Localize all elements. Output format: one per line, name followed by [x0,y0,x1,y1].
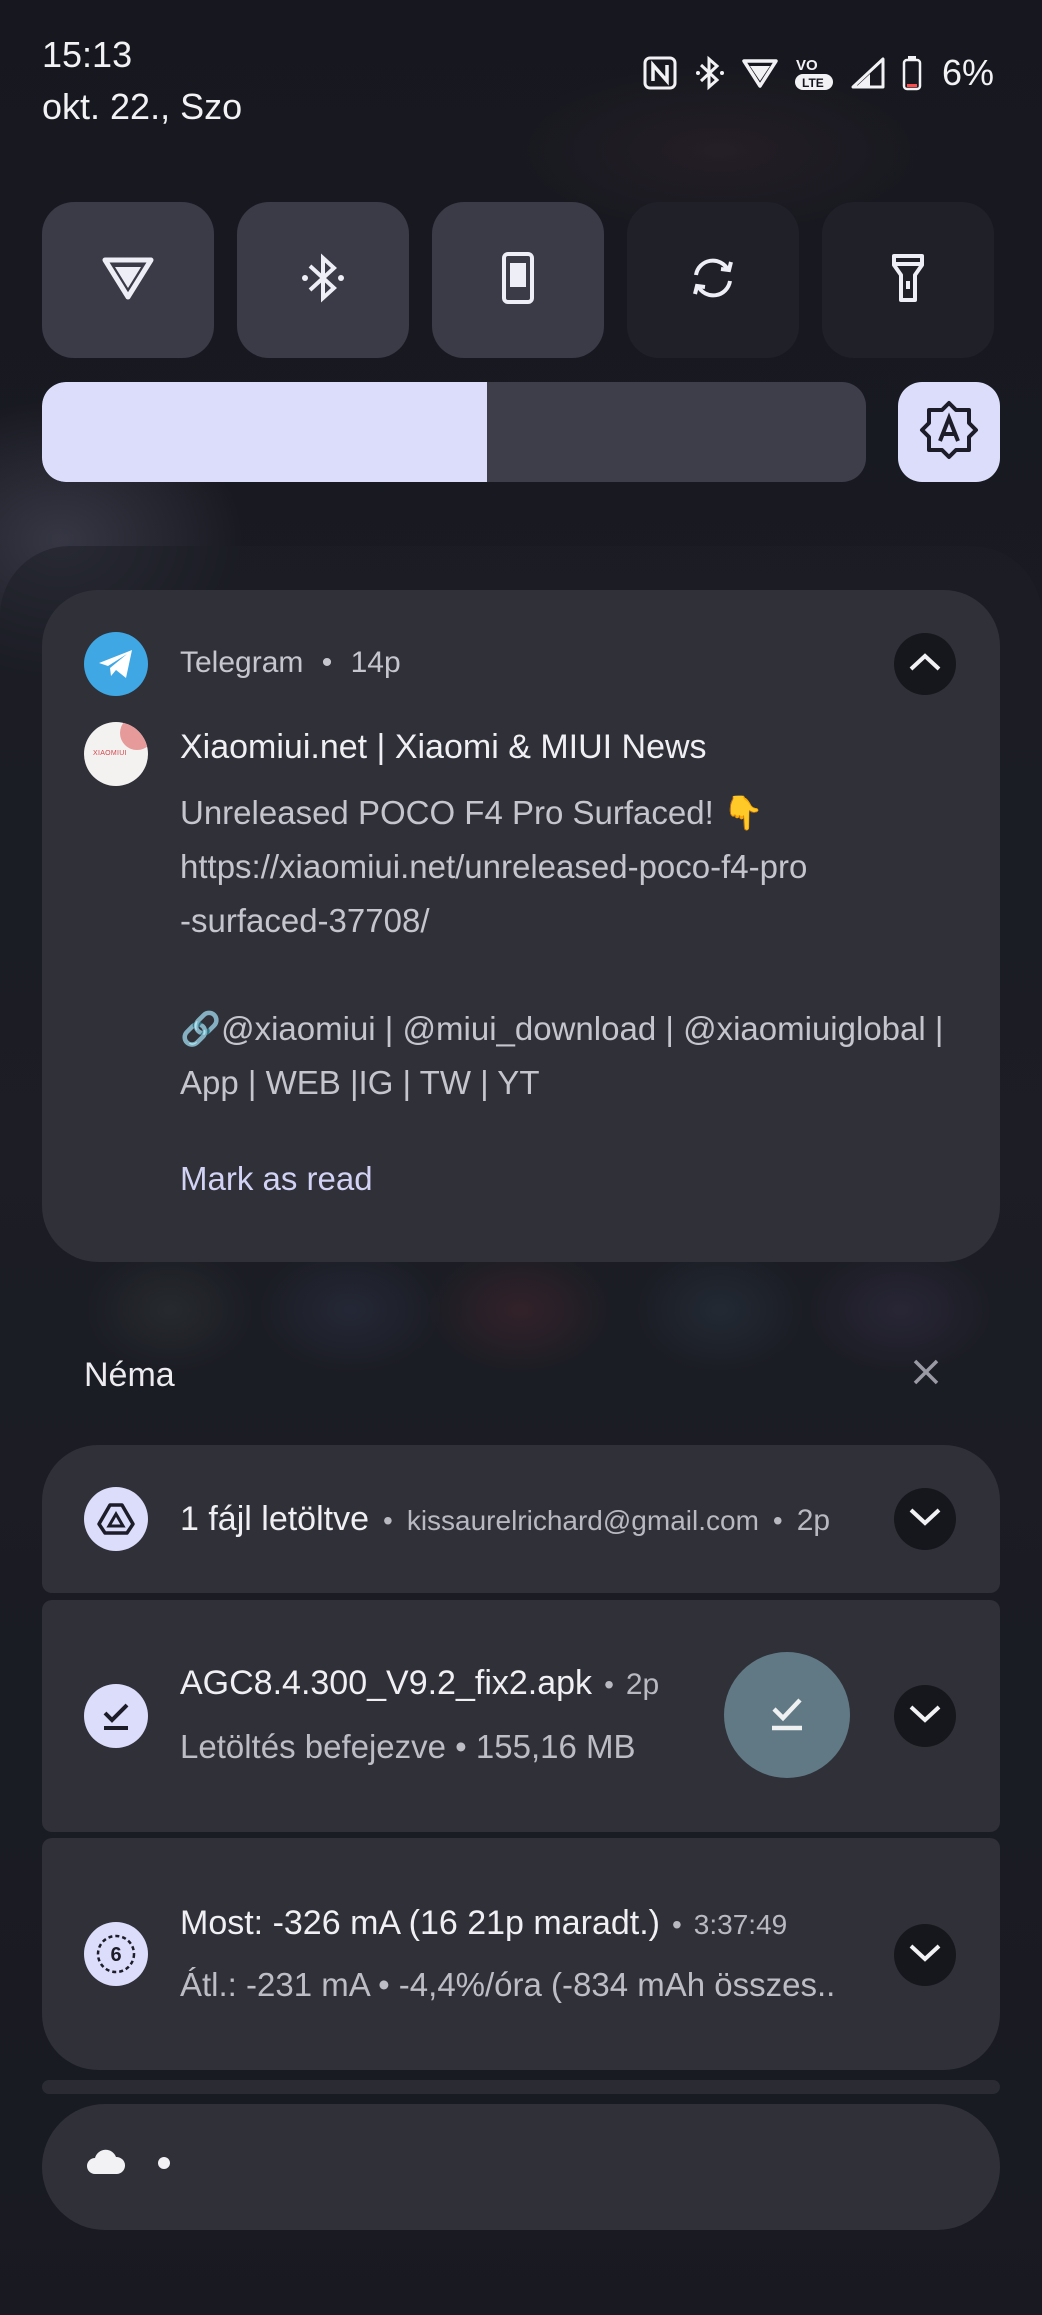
status-icons: VO LTE 6% [642,52,994,94]
mark-as-read-button[interactable]: Mark as read [180,1160,373,1198]
collapsed-notification[interactable] [42,2104,1000,2230]
notification-subtitle: Letöltés befejezve • 155,16 MB [180,1728,636,1765]
notification-subtitle: Átl.: -231 mA • -4,4%/óra (-834 mAh össz… [180,1966,836,2003]
signal-icon [850,55,886,91]
telegram-icon [84,632,148,696]
cloud-icon [86,2148,126,2181]
battery-percent: 6% [941,52,994,93]
chevron-down-icon [908,1507,942,1532]
separator-dot: • [604,1669,614,1700]
tile-auto-rotate[interactable] [627,202,799,358]
download-done-icon [767,1694,807,1737]
notification-time: 3:37:49 [693,1909,788,1940]
chevron-up-icon [908,652,942,677]
chevron-down-icon [908,1704,942,1729]
auto-brightness-icon [918,399,980,466]
battery-title-row: Most: -326 mA (16 21p maradt.) • 3:37:49 [180,1904,787,1943]
bluetooth-icon [301,251,345,310]
message-text: Unreleased POCO F4 Pro Surfaced! 👇 https… [180,794,944,1101]
flashlight-icon [891,252,925,309]
notification-dot [158,2157,170,2169]
date: okt. 22., Szo [42,86,243,127]
separator-dot: • [321,646,333,679]
chevron-down-icon [908,1943,942,1968]
tile-phone-mode[interactable] [432,202,604,358]
section-title: Néma [84,1356,175,1394]
separator-dot: • [383,1505,393,1536]
avatar-decoration [120,722,148,750]
expand-button[interactable] [894,1685,956,1747]
notification-time: 2p [625,1668,660,1701]
drive-notification-text: 1 fájl letöltve • kissaurelrichard@gmail… [180,1500,830,1539]
tile-wifi[interactable] [42,202,214,358]
phone-mode-icon [501,251,535,310]
notification-time: 2p [796,1504,831,1537]
download-notification[interactable] [42,1600,1000,1832]
svg-text:LTE: LTE [802,76,824,90]
google-drive-icon [84,1487,148,1551]
notification-header: Telegram • 14p [180,646,401,680]
stacked-notification-edge [42,2080,1000,2094]
tile-flashlight[interactable] [822,202,994,358]
wifi-icon [101,254,155,307]
brightness-fill [42,382,487,482]
close-icon [912,1358,940,1391]
tile-bluetooth[interactable] [237,202,409,358]
avatar-logo-text: XIAOMIUI [93,750,127,757]
clock: 15:13 [42,34,133,75]
svg-text:VO: VO [796,57,818,74]
expand-button[interactable] [894,1924,956,1986]
sender-name: Xiaomiui.net | Xiaomi & MIUI News [180,728,707,766]
separator-dot: • [772,1505,783,1536]
download-title-row: AGC8.4.300_V9.2_fix2.apk • 2p [180,1664,659,1703]
collapse-button[interactable] [894,633,956,695]
notification-title: AGC8.4.300_V9.2_fix2.apk [180,1664,593,1702]
notification-time: 14p [350,646,401,679]
auto-rotate-icon [688,253,738,308]
account-email: kissaurelrichard@gmail.com [406,1505,759,1536]
clear-section-button[interactable] [906,1354,946,1394]
sender-avatar: XIAOMIUI [84,722,148,786]
battery-notification[interactable] [42,1838,1000,2070]
volte-icon: VO LTE [792,55,836,91]
battery-monitor-icon: 6 [84,1922,148,1986]
auto-brightness-button[interactable] [898,382,1000,482]
separator-dot: • [671,1909,682,1940]
notification-title: 1 fájl letöltve [180,1500,369,1538]
wifi-icon [742,55,778,91]
nfc-icon [642,55,678,91]
app-name: Telegram [180,646,304,679]
notification-title: Most: -326 mA (16 21p maradt.) [180,1904,660,1942]
battery-icon [900,55,924,91]
expand-button[interactable] [894,1488,956,1550]
bluetooth-icon [692,55,728,91]
brightness-slider[interactable] [42,382,866,482]
download-done-icon [84,1684,148,1748]
battery-monitor-digit: 6 [110,1944,121,1966]
open-download-button[interactable] [724,1652,850,1778]
